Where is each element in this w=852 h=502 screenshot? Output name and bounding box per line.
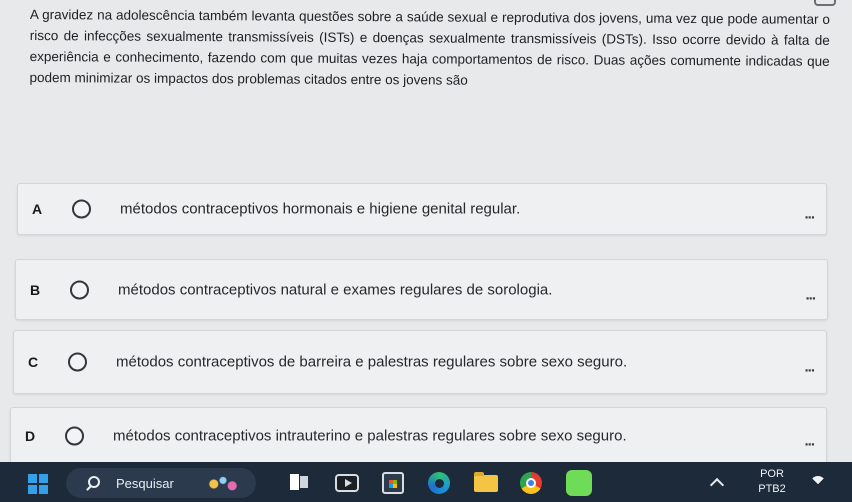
more-options-icon[interactable]: ... <box>804 359 814 376</box>
taskbar-search[interactable]: Pesquisar <box>66 468 256 498</box>
file-explorer-icon[interactable] <box>474 472 498 492</box>
option-letter: D <box>25 428 36 444</box>
app-icon[interactable] <box>566 470 592 496</box>
radio-button[interactable] <box>70 280 89 299</box>
option-letter: C <box>28 354 39 370</box>
option-letter: A <box>32 201 43 217</box>
chrome-icon[interactable] <box>520 472 542 494</box>
language-code: POR <box>760 468 784 480</box>
wifi-icon[interactable] <box>810 476 826 492</box>
video-app-icon[interactable] <box>335 474 359 492</box>
radio-button[interactable] <box>72 199 91 219</box>
option-text: métodos contraceptivos intrauterino e pa… <box>113 427 627 445</box>
option-b[interactable]: B métodos contraceptivos natural e exame… <box>15 259 828 320</box>
option-text: métodos contraceptivos natural e exames … <box>118 281 553 298</box>
task-view-icon[interactable] <box>288 472 310 494</box>
edge-icon[interactable] <box>428 472 450 494</box>
option-letter: B <box>30 281 41 298</box>
option-a[interactable]: A métodos contraceptivos hormonais e hig… <box>17 183 827 235</box>
radio-button[interactable] <box>65 426 84 446</box>
search-placeholder: Pesquisar <box>116 476 174 491</box>
option-d[interactable]: D métodos contraceptivos intrauterino e … <box>10 407 827 465</box>
option-text: métodos contraceptivos de barreira e pal… <box>116 353 628 371</box>
keyboard-layout: PTB2 <box>758 483 786 495</box>
more-options-icon[interactable]: ... <box>805 286 815 303</box>
window-edge-icon <box>814 0 836 6</box>
windows-start-icon[interactable] <box>28 474 48 494</box>
option-text: métodos contraceptivos hormonais e higie… <box>120 200 521 218</box>
search-highlight-icon <box>200 475 246 493</box>
more-options-icon[interactable]: ... <box>804 206 814 223</box>
taskbar: Pesquisar POR PTB2 <box>0 462 852 502</box>
store-icon[interactable] <box>382 472 404 494</box>
search-icon <box>88 476 100 488</box>
question-text: A gravidez na adolescência também levant… <box>29 6 830 88</box>
chevron-up-icon[interactable] <box>709 477 725 493</box>
radio-button[interactable] <box>68 352 87 372</box>
option-c[interactable]: C métodos contraceptivos de barreira e p… <box>13 330 827 394</box>
more-options-icon[interactable]: ... <box>804 433 814 450</box>
language-indicator[interactable]: POR PTB2 <box>752 467 792 497</box>
